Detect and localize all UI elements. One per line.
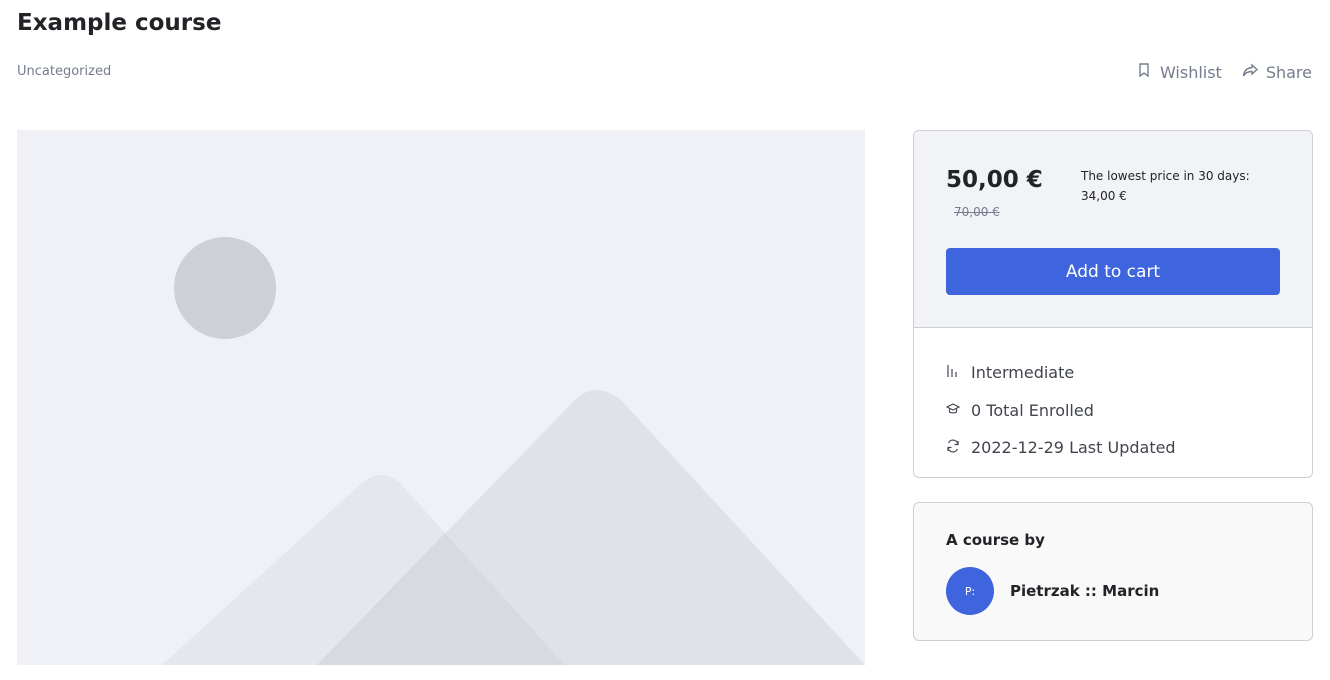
lowest-price-info: The lowest price in 30 days: 34,00 €	[1081, 166, 1281, 206]
add-to-cart-button[interactable]: Add to cart	[946, 248, 1280, 295]
instructor-name[interactable]: Pietrzak :: Marcin	[1010, 582, 1159, 600]
page-title: Example course	[17, 10, 222, 36]
share-button[interactable]: Share	[1242, 62, 1312, 82]
lowest-price-label: The lowest price in 30 days:	[1081, 169, 1250, 183]
level-bars-icon	[946, 363, 971, 382]
meta-updated: 2022-12-29 Last Updated	[946, 429, 1312, 467]
meta-updated-label: 2022-12-29 Last Updated	[971, 438, 1176, 458]
meta-level: Intermediate	[946, 354, 1312, 392]
meta-enrolled: 0 Total Enrolled	[945, 392, 1312, 430]
avatar[interactable]: P:	[946, 567, 994, 615]
image-placeholder-icon	[17, 130, 865, 665]
course-actions: Wishlist Share	[1136, 62, 1312, 82]
graduation-cap-icon	[945, 401, 971, 420]
pricing-header: 50,00 € 70,00 € The lowest price in 30 d…	[914, 131, 1312, 328]
wishlist-label: Wishlist	[1159, 62, 1222, 82]
share-icon	[1242, 62, 1258, 82]
share-label: Share	[1265, 62, 1312, 82]
course-meta-list: Intermediate 0 Total Enrolled 2022-12-29…	[914, 328, 1312, 467]
meta-level-label: Intermediate	[971, 363, 1075, 383]
instructor-card: A course by P: Pietrzak :: Marcin	[913, 502, 1313, 641]
refresh-icon	[946, 438, 971, 457]
course-category[interactable]: Uncategorized	[17, 64, 111, 79]
pricing-card: 50,00 € 70,00 € The lowest price in 30 d…	[913, 130, 1313, 478]
current-price: 50,00 €	[946, 167, 1043, 193]
meta-enrolled-label: 0 Total Enrolled	[971, 400, 1094, 420]
course-by-heading: A course by	[946, 531, 1045, 549]
lowest-price-value: 34,00 €	[1081, 189, 1127, 203]
original-price: 70,00 €	[954, 205, 1000, 219]
bookmark-icon	[1136, 62, 1152, 82]
wishlist-button[interactable]: Wishlist	[1136, 62, 1222, 82]
course-thumbnail	[17, 130, 865, 665]
